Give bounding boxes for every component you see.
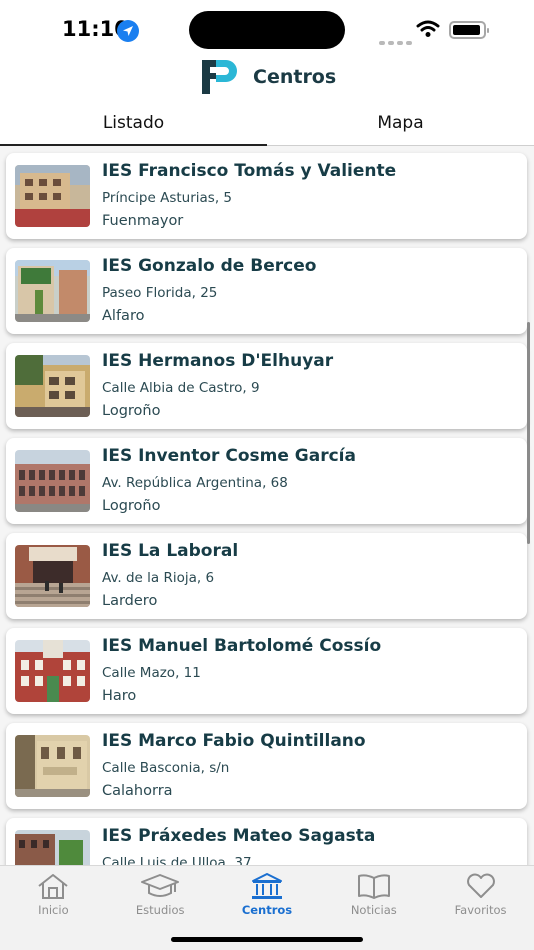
center-name: IES Manuel Bartolomé Cossío bbox=[102, 636, 382, 656]
segmented-tabs: Listado Mapa bbox=[0, 104, 534, 146]
center-town: Calahorra bbox=[102, 783, 173, 799]
cellular-signal-icon bbox=[379, 30, 415, 49]
center-photo bbox=[15, 735, 90, 797]
list-scrollbar[interactable] bbox=[527, 322, 530, 544]
status-bar: 11:10 bbox=[0, 0, 534, 60]
wifi-icon bbox=[416, 20, 440, 42]
center-address: Príncipe Asturias, 5 bbox=[102, 190, 232, 206]
nav-label: Inicio bbox=[38, 903, 69, 917]
center-card[interactable]: IES Francisco Tomás y Valiente Príncipe … bbox=[6, 153, 527, 239]
center-photo bbox=[15, 260, 90, 322]
book-icon bbox=[357, 874, 390, 899]
center-photo bbox=[15, 640, 90, 702]
center-card[interactable]: IES La Laboral Av. de la Rioja, 6 Larder… bbox=[6, 533, 527, 619]
center-name: IES Marco Fabio Quintillano bbox=[102, 731, 366, 751]
center-name: IES Gonzalo de Berceo bbox=[102, 256, 317, 276]
center-town: Logroño bbox=[102, 498, 161, 514]
center-town: Alfaro bbox=[102, 308, 145, 324]
center-name: IES Francisco Tomás y Valiente bbox=[102, 161, 397, 181]
center-town: Haro bbox=[102, 688, 137, 704]
center-town: Logroño bbox=[102, 403, 161, 419]
graduation-cap-icon bbox=[141, 874, 180, 897]
home-indicator[interactable] bbox=[171, 937, 363, 942]
centers-list[interactable]: IES Francisco Tomás y Valiente Príncipe … bbox=[0, 146, 534, 866]
nav-label: Favoritos bbox=[454, 903, 507, 917]
center-name: IES Hermanos D'Elhuyar bbox=[102, 351, 334, 371]
app-screen: 11:10 Centros Listado Mapa IES Francisco… bbox=[0, 0, 534, 950]
home-icon bbox=[38, 874, 69, 899]
tab-mapa[interactable]: Mapa bbox=[267, 104, 534, 146]
center-card[interactable]: IES Práxedes Mateo Sagasta Calle Luis de… bbox=[6, 818, 527, 866]
center-photo bbox=[15, 355, 90, 417]
institution-icon bbox=[251, 873, 282, 899]
center-name: IES Inventor Cosme García bbox=[102, 446, 356, 466]
center-name: IES La Laboral bbox=[102, 541, 239, 561]
nav-label: Noticias bbox=[350, 903, 397, 917]
center-address: Av. de la Rioja, 6 bbox=[102, 570, 215, 586]
center-card[interactable]: IES Manuel Bartolomé Cossío Calle Mazo, … bbox=[6, 628, 527, 714]
nav-label: Estudios bbox=[135, 903, 185, 917]
center-address: Calle Albia de Castro, 9 bbox=[102, 380, 260, 396]
fp-logo bbox=[202, 60, 238, 98]
app-header: Centros bbox=[0, 60, 534, 104]
center-photo bbox=[15, 830, 90, 866]
center-name: IES Práxedes Mateo Sagasta bbox=[102, 826, 376, 846]
nav-label: Centros bbox=[241, 903, 293, 917]
center-town: Lardero bbox=[102, 593, 158, 609]
nav-favoritos[interactable]: Favoritos bbox=[427, 866, 534, 950]
center-card[interactable]: IES Marco Fabio Quintillano Calle Bascon… bbox=[6, 723, 527, 809]
center-card[interactable]: IES Gonzalo de Berceo Paseo Florida, 25 … bbox=[6, 248, 527, 334]
dynamic-island bbox=[189, 11, 345, 49]
center-photo bbox=[15, 165, 90, 227]
heart-icon bbox=[466, 873, 495, 898]
center-address: Av. República Argentina, 68 bbox=[102, 475, 288, 491]
center-address: Calle Basconia, s/n bbox=[102, 760, 230, 776]
battery-icon bbox=[449, 21, 489, 39]
center-town: Fuenmayor bbox=[102, 213, 184, 229]
tab-listado[interactable]: Listado bbox=[0, 104, 267, 146]
center-address: Calle Mazo, 11 bbox=[102, 665, 201, 681]
center-address: Paseo Florida, 25 bbox=[102, 285, 218, 301]
center-photo bbox=[15, 450, 90, 512]
center-card[interactable]: IES Inventor Cosme García Av. República … bbox=[6, 438, 527, 524]
nav-inicio[interactable]: Inicio bbox=[0, 866, 107, 950]
page-title: Centros bbox=[253, 66, 337, 88]
location-arrow-icon bbox=[117, 20, 139, 42]
center-card[interactable]: IES Hermanos D'Elhuyar Calle Albia de Ca… bbox=[6, 343, 527, 429]
center-photo bbox=[15, 545, 90, 607]
